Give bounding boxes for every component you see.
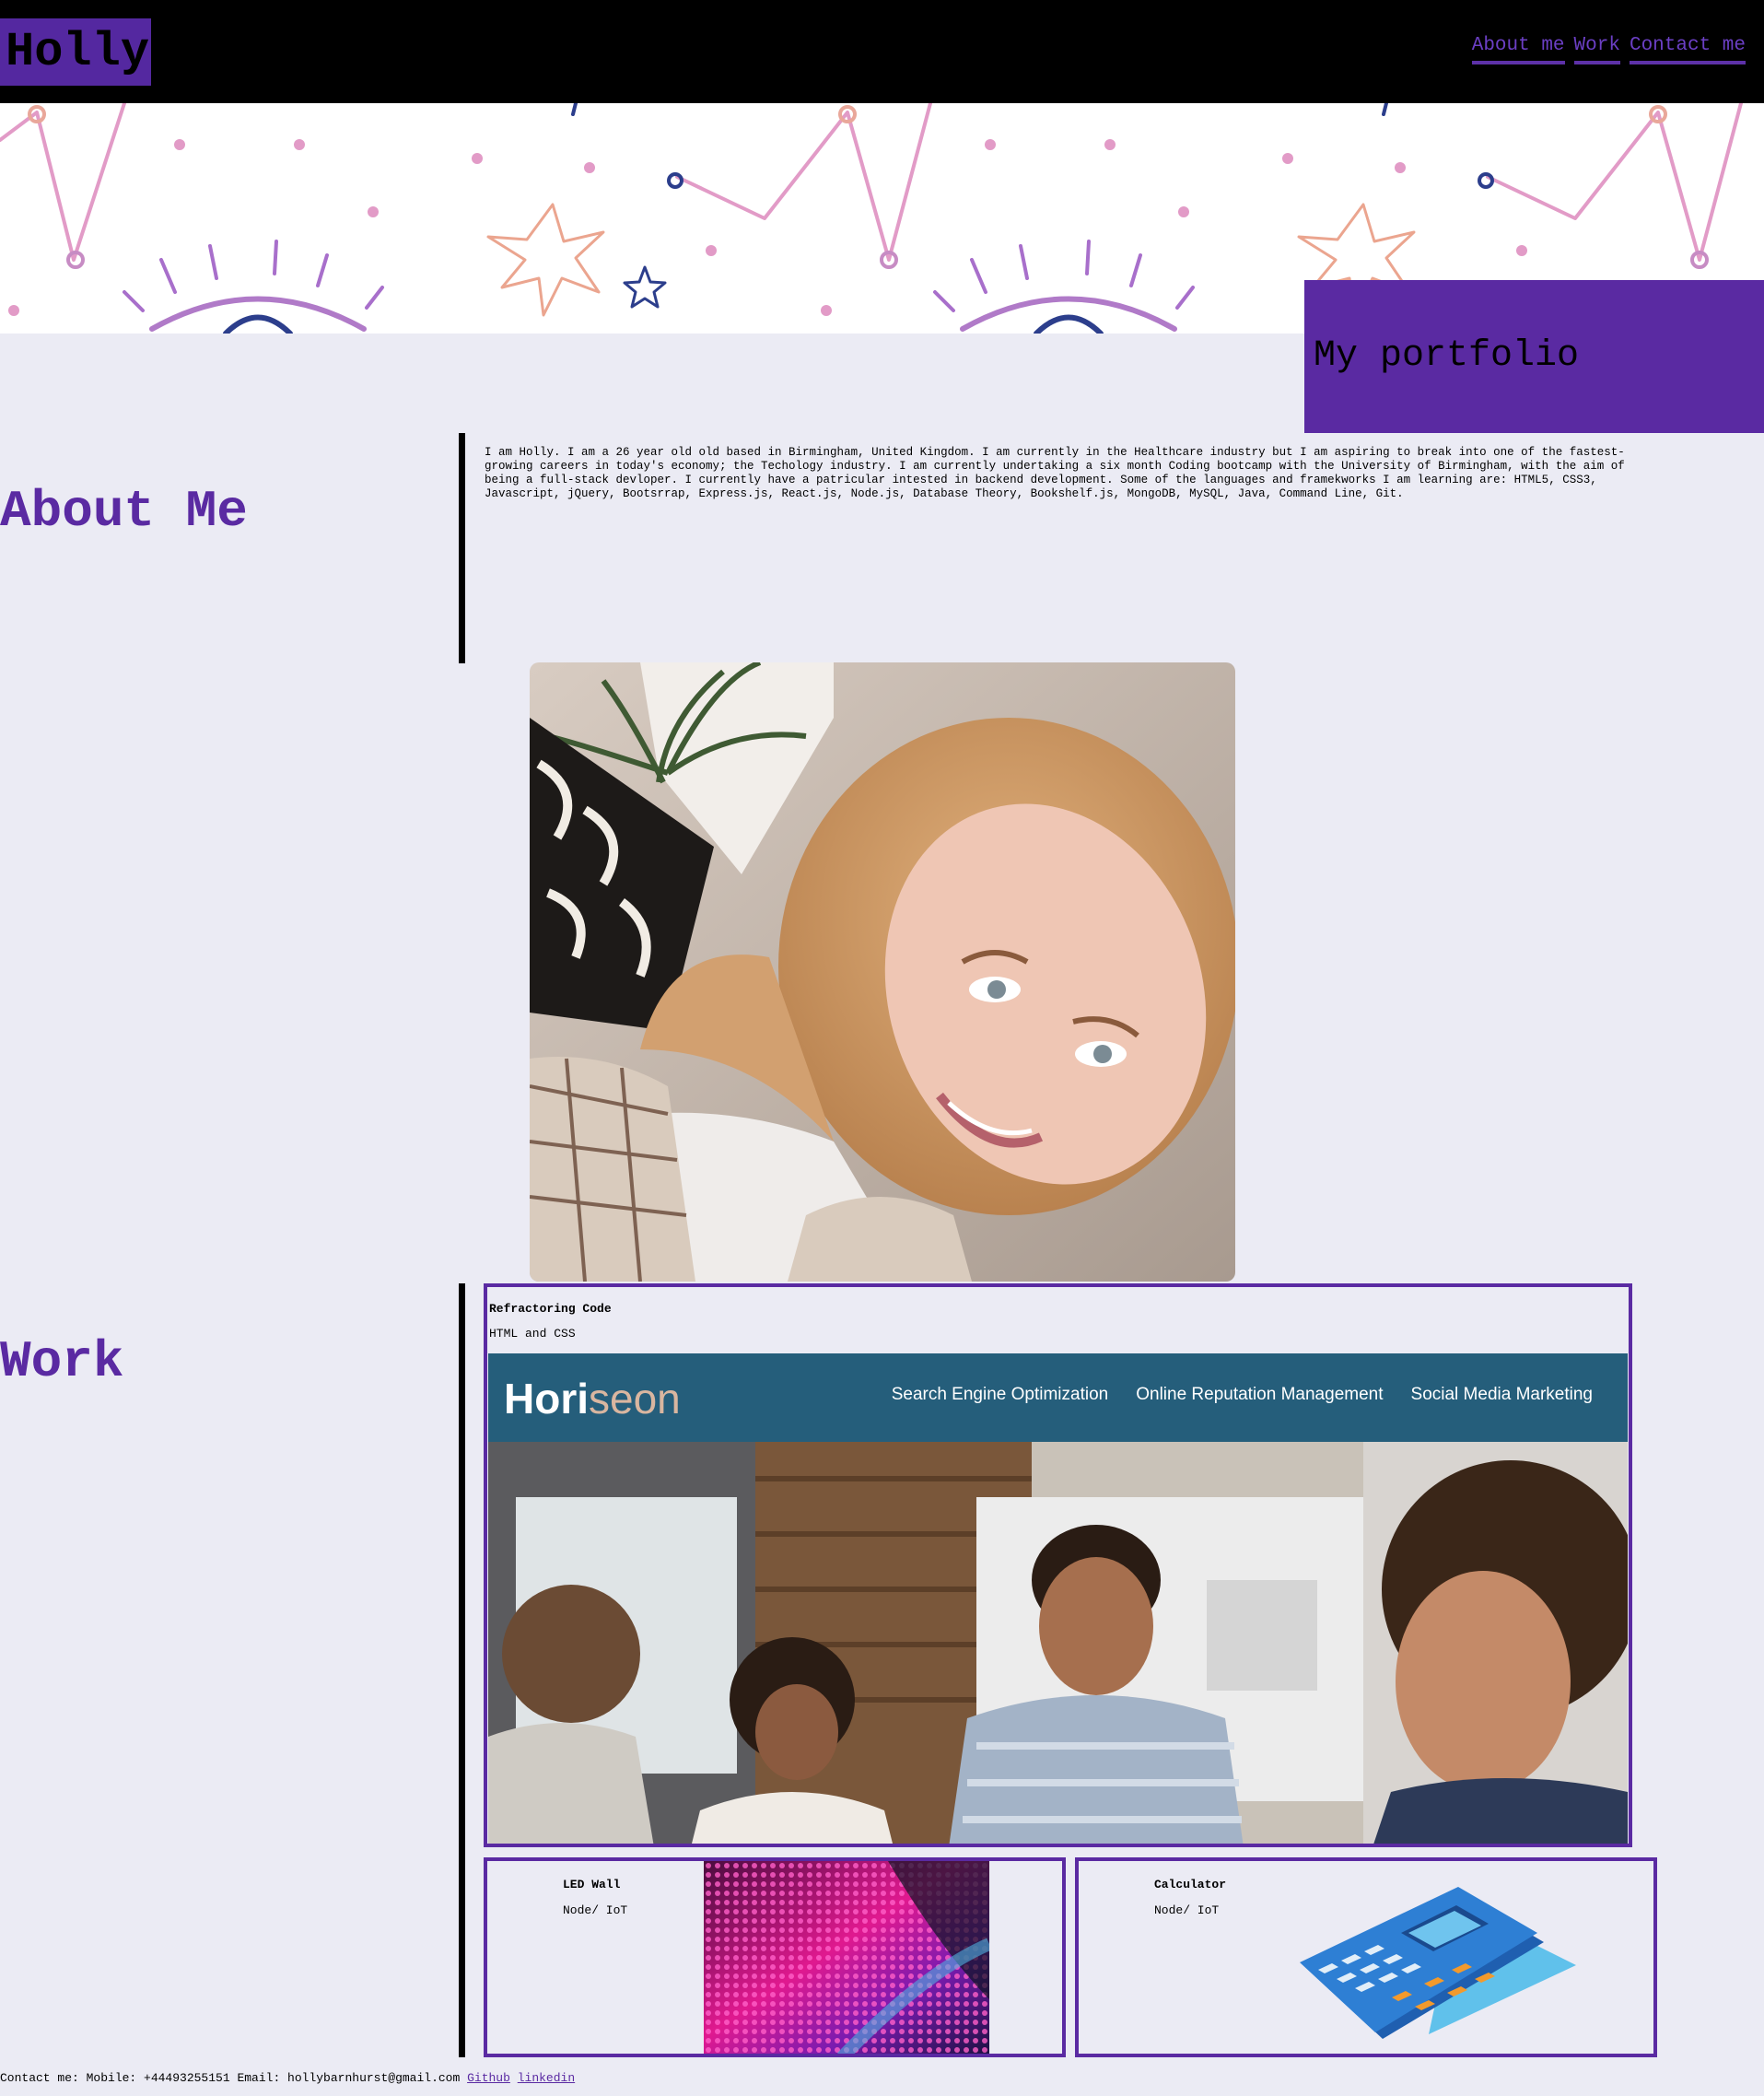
project-title: Calculator [1154, 1878, 1227, 1891]
footer-contact-text: Contact me: Mobile: +44493255151 Email: … [0, 2071, 461, 2085]
horiseon-nav-seo: Search Engine Optimization [891, 1385, 1109, 1404]
project-card-led-wall[interactable]: LED Wall Node/ IoT [484, 1857, 1066, 2057]
horiseon-header-screenshot: Horiseon Search Engine Optimization Onli… [488, 1353, 1628, 1442]
main-nav: About me Work Contact me [1471, 33, 1746, 64]
about-heading: About Me [0, 482, 248, 541]
project-card-refactoring[interactable]: Refractoring Code HTML and CSS Horiseon … [484, 1283, 1632, 1847]
project-subtitle: Node/ IoT [563, 1903, 628, 1917]
about-description: I am Holly. I am a 26 year old old based… [485, 446, 1625, 500]
footer-contact: Contact me: Mobile: +44493255151 Email: … [0, 2071, 575, 2086]
work-heading: Work [0, 1332, 124, 1391]
project-card-calculator[interactable]: Calculator Node/ IoT [1075, 1857, 1657, 2057]
portfolio-title: My portfolio [1314, 335, 1580, 377]
horiseon-nav-orm: Online Reputation Management [1136, 1385, 1384, 1404]
project-subtitle: HTML and CSS [489, 1327, 576, 1341]
linkedin-link[interactable]: linkedin [518, 2071, 575, 2085]
project-title: Refractoring Code [489, 1302, 612, 1316]
top-navbar: Holly About me Work Contact me [0, 0, 1764, 103]
led-wall-illustration [704, 1861, 989, 2054]
portfolio-banner: My portfolio [1304, 280, 1764, 433]
calculator-image [1300, 1878, 1576, 2053]
nav-link-contact[interactable]: Contact me [1629, 33, 1746, 64]
horiseon-nav-smm: Social Media Marketing [1410, 1385, 1593, 1404]
profile-photo-illustration [530, 662, 1235, 1282]
site-logo[interactable]: Holly [0, 18, 151, 86]
horiseon-logo: Horiseon [504, 1375, 681, 1423]
about-divider [459, 433, 465, 663]
project-subtitle: Node/ IoT [1154, 1903, 1220, 1917]
nav-link-about[interactable]: About me [1471, 33, 1565, 64]
profile-photo [530, 662, 1235, 1282]
team-meeting-photo [488, 1442, 1628, 1844]
calculator-illustration [1300, 1887, 1576, 2039]
project-title: LED Wall [563, 1878, 621, 1891]
nav-link-work[interactable]: Work [1573, 33, 1620, 64]
led-wall-image [704, 1861, 989, 2054]
work-divider [459, 1283, 465, 2057]
github-link[interactable]: Github [467, 2071, 510, 2085]
horiseon-hero-photo [488, 1442, 1628, 1844]
